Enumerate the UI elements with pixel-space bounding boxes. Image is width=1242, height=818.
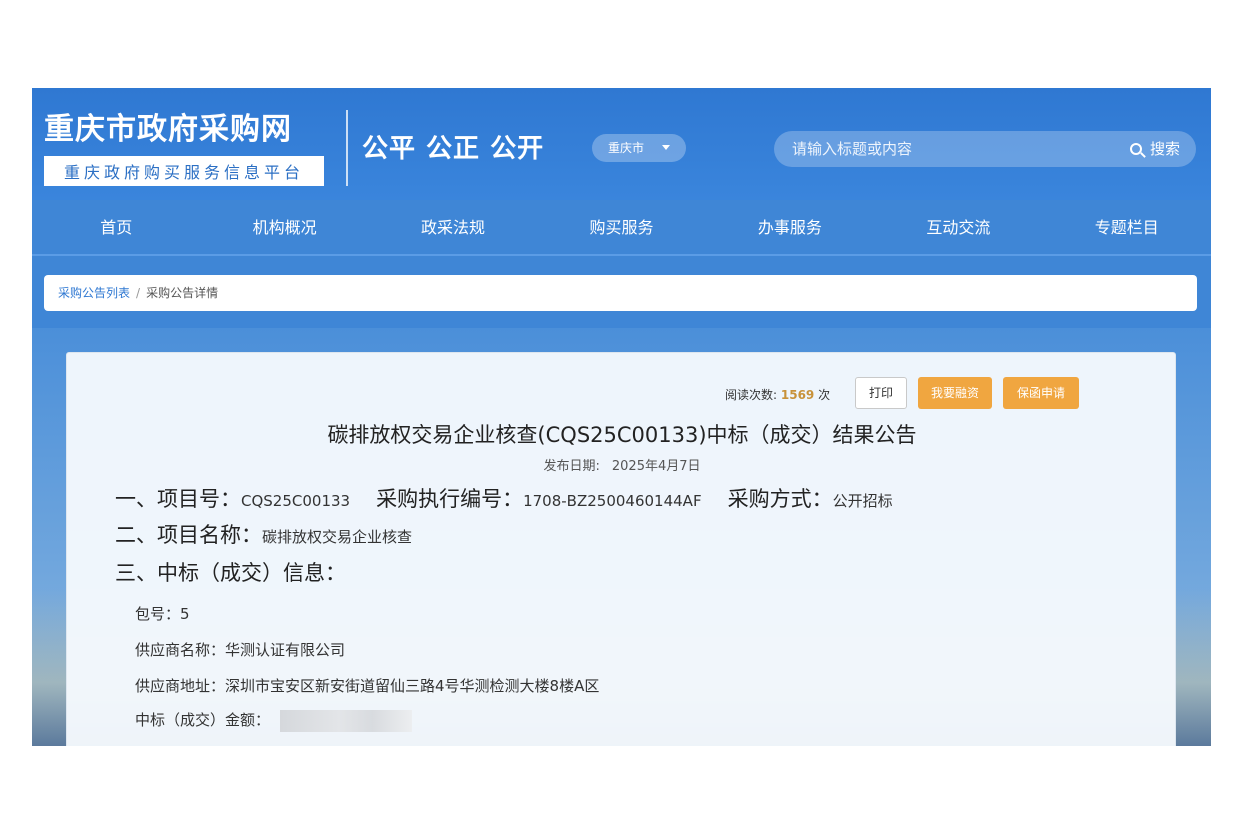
notice-title: 碳排放权交易企业核查(CQS25C00133)中标（成交）结果公告 xyxy=(327,423,917,447)
project-name-label: 二、项目名称： xyxy=(115,523,262,547)
nav-item-regulations[interactable]: 政采法规 xyxy=(369,200,537,254)
search-button-label: 搜索 xyxy=(1149,140,1180,158)
city-select-label: 重庆市 xyxy=(608,141,645,155)
section-project-info: 一、项目号：CQS25C00133 采购执行编号：1708-BZ250046014… xyxy=(115,483,893,513)
header-divider xyxy=(346,110,348,186)
amount-label: 中标（成交）金额： xyxy=(135,711,271,729)
print-button[interactable]: 打印 xyxy=(855,377,907,409)
breadcrumb-link-list[interactable]: 采购公告列表 xyxy=(58,286,130,300)
site-title[interactable]: 重庆市政府采购网 xyxy=(44,104,292,148)
notice-card: 阅读次数: 1569 次 打印 我要融资 保函申请 碳排放权交易企业核查(CQS… xyxy=(66,352,1176,746)
amount-field: 中标（成交）金额： xyxy=(135,709,413,732)
exec-no-value: 1708-BZ2500460144AF xyxy=(523,492,702,510)
method-value: 公开招标 xyxy=(832,492,893,510)
nav-item-topics[interactable]: 专题栏目 xyxy=(1043,200,1211,254)
nav-item-purchase-service[interactable]: 购买服务 xyxy=(537,200,705,254)
breadcrumb-current: 采购公告详情 xyxy=(146,286,219,300)
city-select[interactable]: 重庆市 xyxy=(592,134,686,162)
project-name-value: 碳排放权交易企业核查 xyxy=(262,528,413,546)
search-button[interactable]: 搜索 xyxy=(1129,131,1180,167)
package-value: 5 xyxy=(180,605,190,623)
read-count-unit: 次 xyxy=(818,388,831,402)
search-icon xyxy=(1129,143,1142,155)
package-field: 包号：5 xyxy=(135,603,190,624)
nav-item-interaction[interactable]: 互动交流 xyxy=(874,200,1042,254)
slogan: 公平 公正 公开 xyxy=(362,134,545,164)
search-box: 搜索 xyxy=(774,131,1196,167)
nav-item-affairs[interactable]: 办事服务 xyxy=(706,200,874,254)
publish-date: 发布日期: 2025年4月7日 xyxy=(67,455,1177,474)
chevron-down-icon xyxy=(662,145,670,150)
address-label: 供应商地址： xyxy=(135,677,226,695)
read-count-label: 阅读次数: xyxy=(725,388,778,402)
guarantee-button[interactable]: 保函申请 xyxy=(1003,377,1079,409)
read-count-value: 1569 xyxy=(780,388,815,402)
breadcrumb: 采购公告列表 / 采购公告详情 xyxy=(44,275,1197,311)
supplier-value: 华测认证有限公司 xyxy=(225,641,346,659)
project-no-value: CQS25C00133 xyxy=(241,492,351,510)
amount-redacted xyxy=(280,709,413,732)
publish-date-label: 发布日期: xyxy=(543,459,600,474)
supplier-label: 供应商名称： xyxy=(135,641,226,659)
main-nav: 首页 机构概况 政采法规 购买服务 办事服务 互动交流 专题栏目 xyxy=(32,200,1211,256)
site-subtitle: 重庆政府购买服务信息平台 xyxy=(44,156,324,186)
address-value: 深圳市宝安区新安街道留仙三路4号华测检测大楼8楼A区 xyxy=(225,677,600,695)
finance-button[interactable]: 我要融资 xyxy=(918,377,992,409)
search-input[interactable] xyxy=(792,131,1092,167)
publish-date-value: 2025年4月7日 xyxy=(611,459,701,474)
section-project-name: 二、项目名称：碳排放权交易企业核查 xyxy=(115,519,412,549)
breadcrumb-separator: / xyxy=(136,286,141,300)
exec-no-label: 采购执行编号： xyxy=(376,487,524,511)
address-field: 供应商地址：深圳市宝安区新安街道留仙三路4号华测检测大楼8楼A区 xyxy=(135,675,599,696)
site-header: 重庆市政府采购网 重庆政府购买服务信息平台 公平 公正 公开 重庆市 搜索 xyxy=(32,88,1211,200)
nav-item-about[interactable]: 机构概况 xyxy=(200,200,368,254)
method-label: 采购方式： xyxy=(727,487,833,511)
nav-item-home[interactable]: 首页 xyxy=(32,200,200,254)
package-label: 包号： xyxy=(135,605,181,623)
project-no-label: 一、项目号： xyxy=(115,487,241,511)
browser-viewport: 重庆市政府采购网 重庆政府购买服务信息平台 公平 公正 公开 重庆市 搜索 首页… xyxy=(32,88,1211,746)
supplier-field: 供应商名称：华测认证有限公司 xyxy=(135,639,345,660)
section-award-info: 三、中标（成交）信息： xyxy=(115,561,346,585)
read-count: 阅读次数: 1569 次 xyxy=(725,386,830,403)
